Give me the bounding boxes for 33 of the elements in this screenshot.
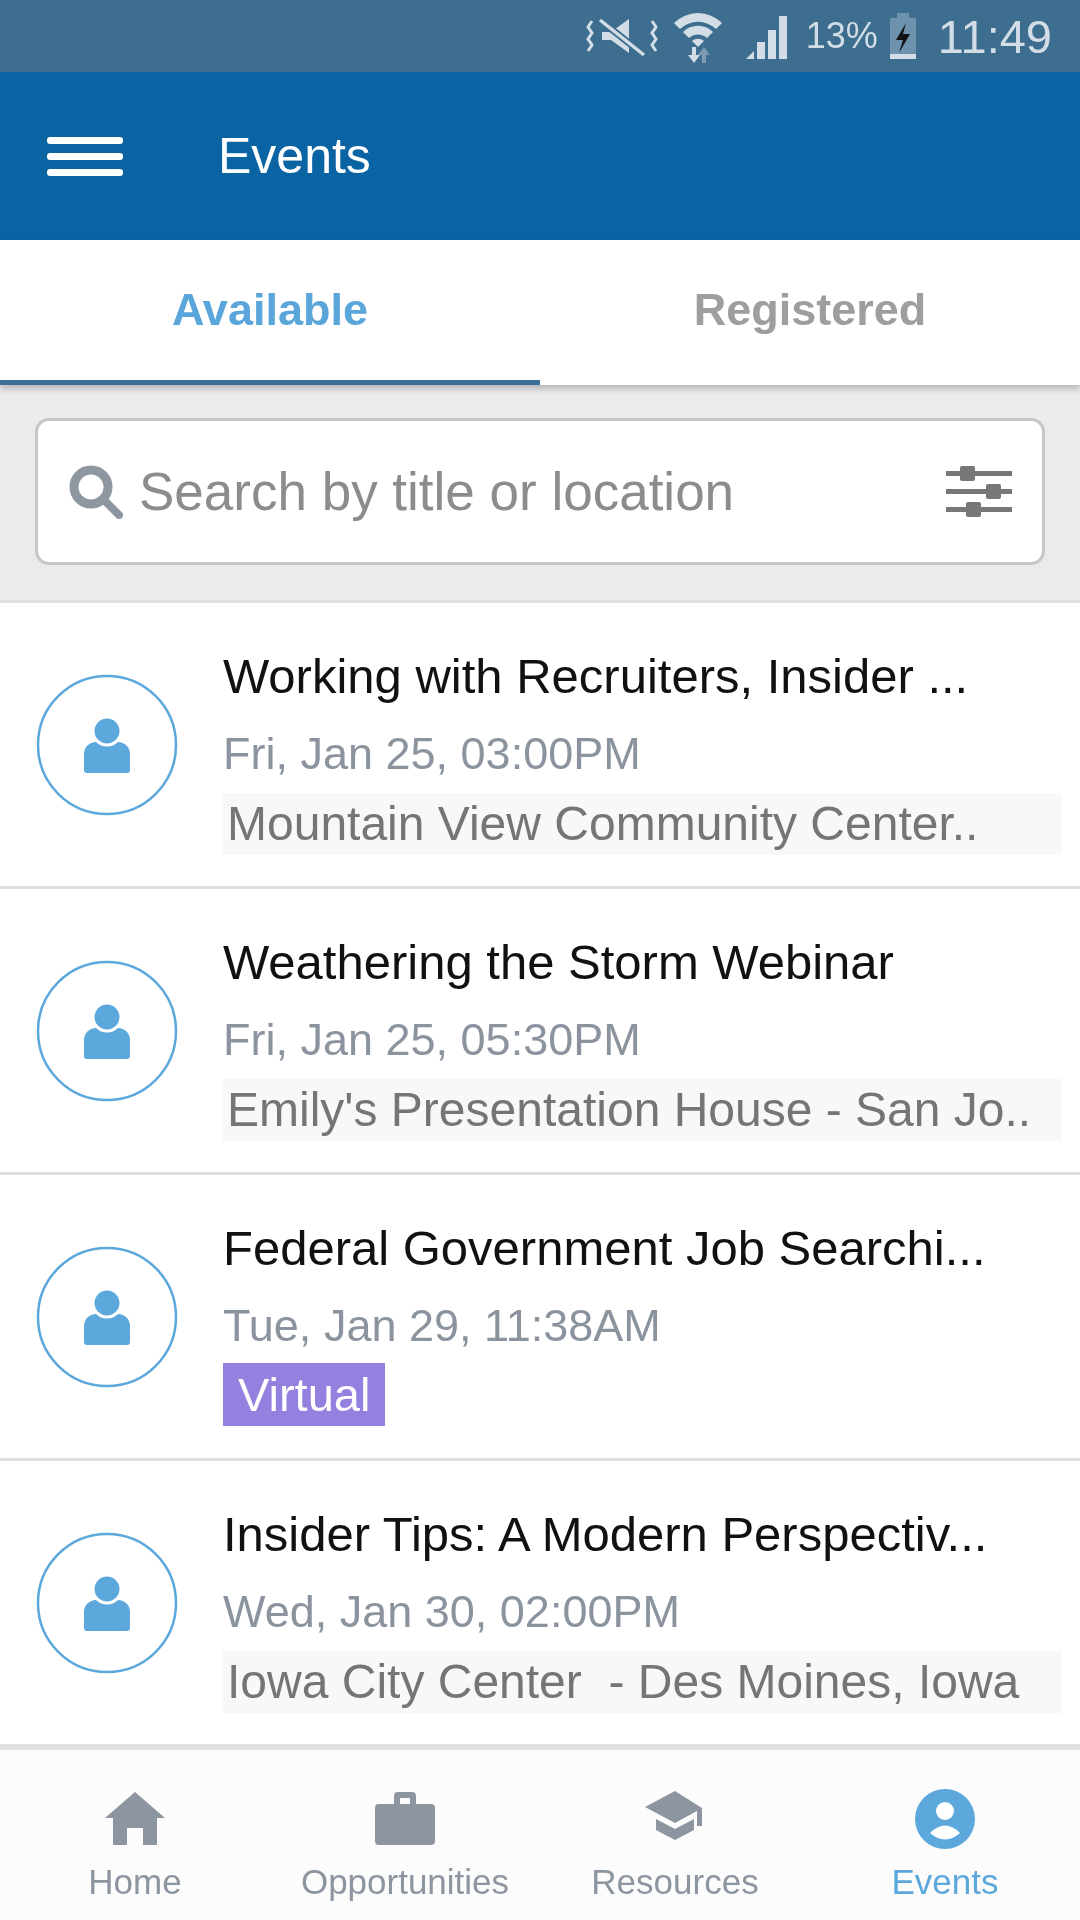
charging-battery-icon — [887, 13, 918, 59]
clock-time: 11:49 — [937, 12, 1052, 60]
tab[interactable]: Registered — [540, 240, 1080, 385]
signal-icon — [745, 13, 788, 59]
event-date: Wed, Jan 30, 02:00PM — [223, 1585, 681, 1639]
event-location: Iowa City Center - Des Moines, Iowa — [223, 1651, 1062, 1713]
nav-tab[interactable]: Resources — [540, 1750, 810, 1920]
search-icon — [68, 464, 123, 519]
nav-tab[interactable]: Events — [810, 1750, 1080, 1920]
sliders-icon[interactable] — [946, 466, 1012, 517]
event-title: Working with Recruiters, Insider ... — [223, 648, 970, 705]
person-avatar-icon — [36, 673, 178, 816]
event-location: Mountain View Community Center.. — [223, 793, 1062, 855]
event-date: Tue, Jan 29, 11:38AM — [223, 1299, 662, 1353]
event-title: Federal Government Job Searchi... — [223, 1220, 987, 1277]
event-tag: Virtual — [223, 1363, 386, 1426]
nav-tab[interactable]: Opportunities — [270, 1750, 540, 1920]
event-date: Fri, Jan 25, 05:30PM — [223, 1013, 642, 1067]
tab[interactable]: Available — [0, 240, 540, 385]
event-title: Insider Tips: A Modern Perspectiv... — [223, 1506, 989, 1563]
event-location: Emily's Presentation House - San Jo.. — [223, 1079, 1062, 1141]
vibrate-off-icon — [585, 15, 658, 57]
event-title: Weathering the Storm Webinar — [223, 934, 895, 991]
person-circle-icon — [915, 1789, 975, 1849]
battery-percent: 13% — [805, 18, 878, 54]
screen-title: Events — [218, 127, 371, 186]
nav-tab[interactable]: Home — [0, 1750, 270, 1920]
person-avatar-icon — [36, 1531, 178, 1674]
menu-icon[interactable] — [47, 136, 123, 176]
event-date: Fri, Jan 25, 03:00PM — [223, 727, 642, 781]
person-avatar-icon — [36, 959, 178, 1102]
search-field[interactable]: Search by title or location — [35, 418, 1045, 565]
person-avatar-icon — [36, 1245, 178, 1388]
